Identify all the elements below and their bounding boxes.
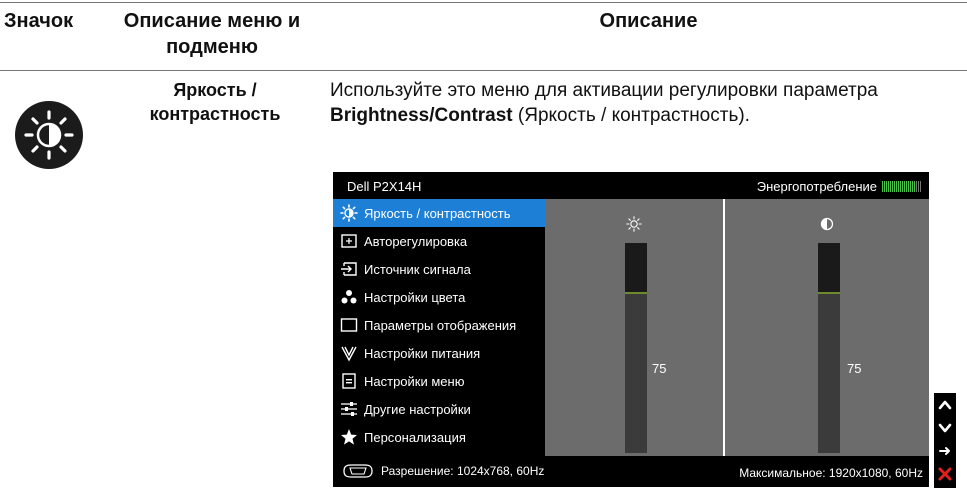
menu-item-label: Яркость / контрастность: [364, 205, 511, 221]
description-part: (Яркость / контрастность).: [512, 105, 750, 126]
resolution-info: Разрешение: 1024x768, 60Hz: [343, 464, 544, 478]
menu-item-menu-settings[interactable]: Настройки меню: [333, 367, 545, 395]
power-settings-icon: [340, 344, 358, 362]
input-source-icon: [340, 260, 358, 278]
description-part: Используйте это меню для активации регул…: [330, 80, 878, 101]
osd-title-bar: Dell P2X14H Энергопотребление: [333, 172, 929, 199]
sun-icon: [626, 216, 642, 232]
menu-item-color-settings[interactable]: Настройки цвета: [333, 283, 545, 311]
menu-name: Яркость / контрастность: [149, 80, 281, 124]
up-arrow-icon: [938, 400, 952, 410]
menu-item-auto-adjust[interactable]: Авторегулировка: [333, 227, 545, 255]
energy-bar: [898, 181, 899, 192]
menu-item-label: Настройки питания: [364, 345, 481, 361]
osd-menu-screenshot: Dell P2X14H Энергопотребление Яркость / …: [333, 172, 929, 487]
brightness-contrast-icon: [15, 101, 83, 169]
slider-level-mark: [625, 292, 647, 294]
energy-bar: [892, 181, 893, 192]
menu-item-display-settings[interactable]: Параметры отображения: [333, 311, 545, 339]
osd-button-bar: [934, 393, 956, 488]
energy-bar: [906, 181, 907, 192]
menu-item-label: Источник сигнала: [364, 261, 471, 277]
menu-item-label: Настройки цвета: [364, 289, 466, 305]
energy-bar: [884, 181, 885, 192]
down-arrow-icon: [938, 423, 952, 433]
header-description-column: Описание: [599, 10, 698, 32]
header-icon-column: Значок: [4, 10, 74, 32]
osd-menu-list: Яркость / контрастность Авторегулировка …: [333, 199, 545, 456]
description-text: Используйте это меню для активации регул…: [330, 78, 960, 128]
slider-unfilled: [625, 243, 647, 292]
slider-level-mark: [818, 292, 840, 294]
header-menu-column: Описание меню и подменю: [123, 10, 301, 58]
vga-connector-icon: [343, 464, 373, 478]
energy-bar: [904, 181, 905, 192]
display-settings-icon: [340, 316, 358, 334]
table-header-rule: [0, 70, 967, 71]
menu-item-power-settings[interactable]: Настройки питания: [333, 339, 545, 367]
menu-item-label: Авторегулировка: [364, 233, 468, 249]
energy-bar: [912, 181, 913, 192]
osd-footer: Разрешение: 1024x768, 60Hz Максимальное:…: [333, 456, 929, 487]
menu-item-brightness-contrast[interactable]: Яркость / контрастность: [333, 199, 545, 227]
menu-item-label: Персонализация: [364, 429, 466, 445]
current-resolution: Разрешение: 1024x768, 60Hz: [381, 464, 545, 478]
energy-bar: [916, 181, 917, 192]
menu-settings-icon: [340, 372, 358, 390]
contrast-panel: 75: [725, 199, 929, 456]
energy-bar: [914, 181, 915, 192]
contrast-icon: [820, 217, 834, 231]
brightness-icon: [340, 204, 358, 222]
energy-bar: [896, 181, 897, 192]
slider-unfilled: [818, 243, 840, 292]
description-bold-term: Brightness/Contrast: [330, 105, 513, 126]
down-button[interactable]: [934, 417, 956, 439]
energy-bar: [886, 181, 887, 192]
energy-bar: [900, 181, 901, 192]
contrast-value: 75: [847, 361, 862, 376]
color-settings-icon: [340, 288, 358, 306]
menu-item-label: Другие настройки: [364, 401, 471, 417]
energy-bar: [902, 181, 903, 192]
energy-level-bars: [882, 181, 921, 192]
energy-bar: [910, 181, 911, 192]
energy-bar: [882, 181, 883, 192]
contrast-slider[interactable]: [818, 243, 840, 453]
max-resolution: Максимальное: 1920x1080, 60Hz: [739, 466, 923, 480]
energy-bar: [888, 181, 889, 192]
menu-item-input-source[interactable]: Источник сигнала: [333, 255, 545, 283]
up-button[interactable]: [934, 394, 956, 416]
menu-item-personalize[interactable]: Персонализация: [333, 423, 545, 451]
energy-bar: [890, 181, 891, 192]
brightness-value: 75: [652, 361, 667, 376]
energy-bar: [918, 181, 919, 192]
exit-button[interactable]: [934, 463, 956, 485]
table-top-rule: [0, 2, 967, 3]
personalize-star-icon: [340, 428, 358, 446]
close-x-icon: [938, 467, 952, 481]
right-arrow-icon: [939, 447, 950, 455]
menu-item-other-settings[interactable]: Другие настройки: [333, 395, 545, 423]
energy-label: Энергопотребление: [756, 179, 877, 194]
monitor-model: Dell P2X14H: [347, 179, 422, 194]
energy-meter: Энергопотребление: [757, 179, 921, 194]
energy-bar: [908, 181, 909, 192]
menu-item-label: Настройки меню: [364, 373, 465, 389]
energy-bar: [920, 181, 921, 192]
brightness-panel: 75: [545, 199, 723, 456]
enter-button[interactable]: [934, 440, 956, 462]
other-settings-icon: [340, 400, 358, 418]
energy-bar: [894, 181, 895, 192]
brightness-slider[interactable]: [625, 243, 647, 453]
auto-adjust-icon: [340, 232, 358, 250]
menu-item-label: Параметры отображения: [364, 317, 517, 333]
